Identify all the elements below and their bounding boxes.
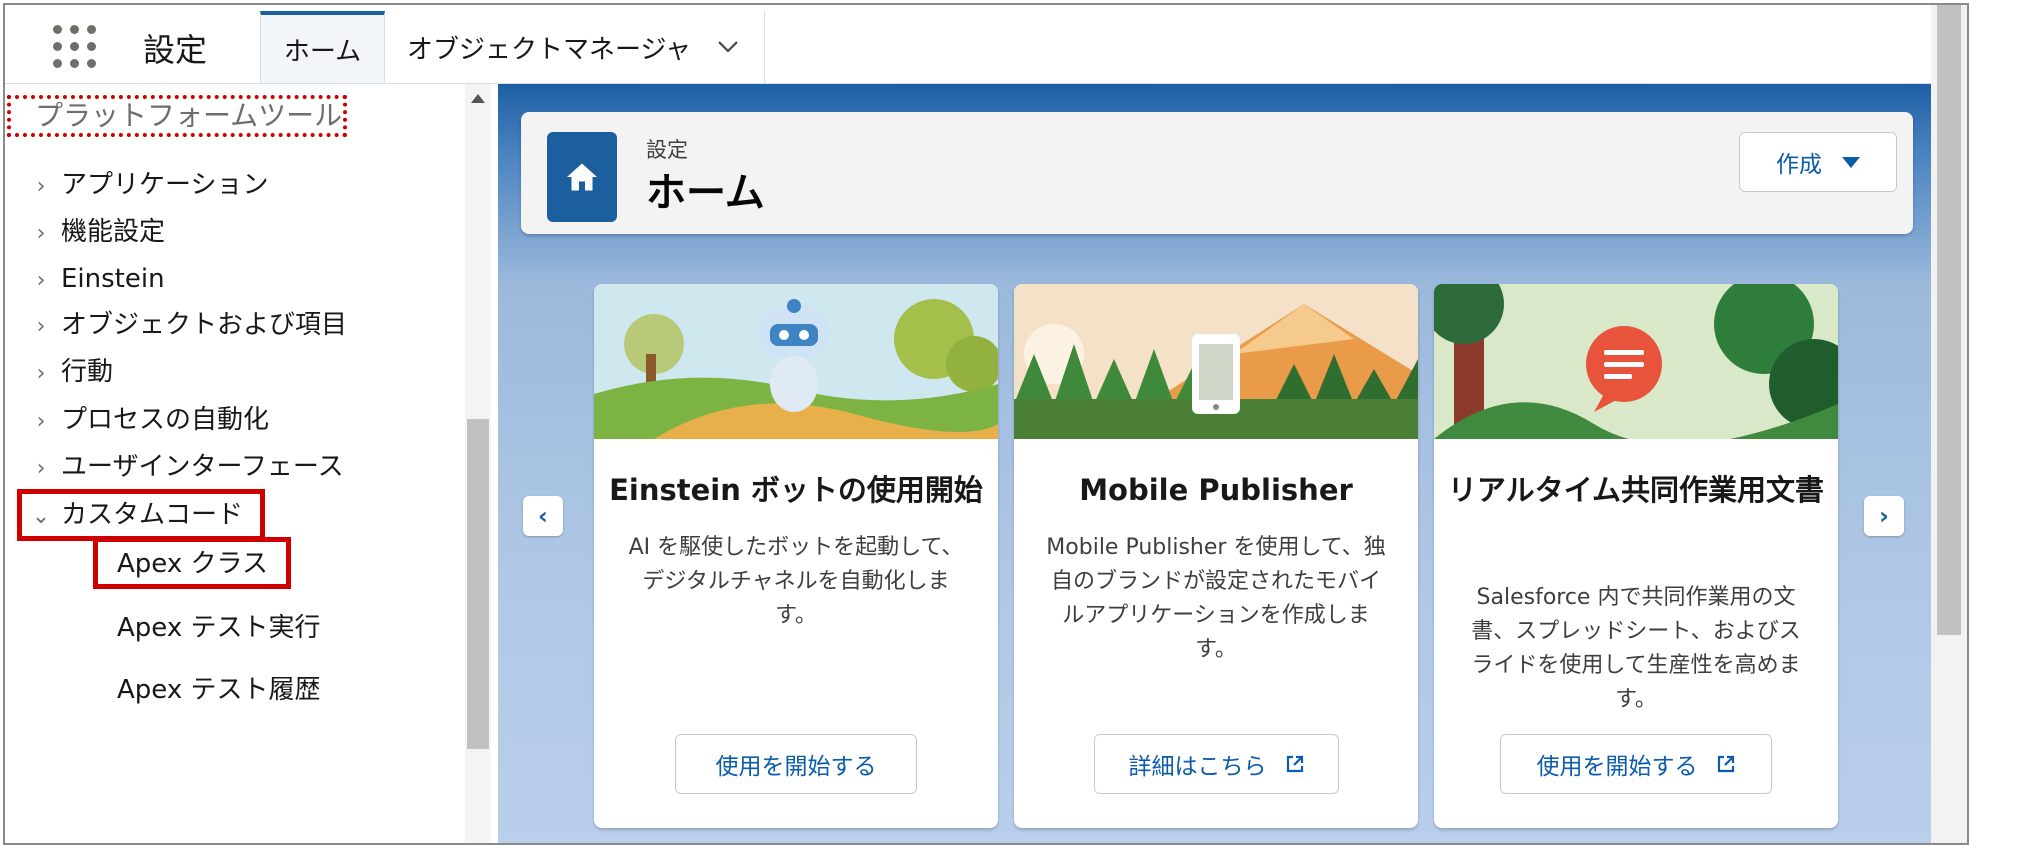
card-description: AI を駆使したボットを起動して、デジタルチャネルを自動化します。 xyxy=(628,535,964,628)
chevron-right-icon: › xyxy=(36,361,46,386)
learn-more-button[interactable]: 詳細はこちら xyxy=(1094,734,1339,794)
card-description: Salesforce 内で共同作業用の文書、スプレッドシート、およびスライドを使… xyxy=(1471,585,1801,712)
page-scrollbar[interactable] xyxy=(1931,5,1967,843)
sidebar-item-label: ユーザインターフェース xyxy=(61,452,344,482)
highlight-box-custom-code xyxy=(17,489,265,541)
page-header: 設定 ホーム 作成 xyxy=(521,112,1913,234)
sidebar-scroll-thumb[interactable] xyxy=(467,419,489,749)
sidebar-item-objects-and-fields[interactable]: › オブジェクトおよび項目 xyxy=(5,305,347,345)
setup-home-main: 設定 ホーム 作成 ‹ › Einstein ボットの使用開始 AI を駆使した… xyxy=(498,84,1931,843)
carousel-prev-button[interactable]: ‹ xyxy=(523,496,563,536)
sidebar-item-label: 機能設定 xyxy=(61,217,166,247)
sidebar-item-einstein[interactable]: › Einstein xyxy=(5,259,165,299)
page-title: ホーム xyxy=(646,170,765,216)
caret-down-icon xyxy=(1842,156,1860,168)
tab-object-manager[interactable]: オブジェクトマネージャ xyxy=(385,11,765,83)
card-realtime-collaborative-docs: リアルタイム共同作業用文書 Salesforce 内で共同作業用の文書、スプレッ… xyxy=(1434,284,1838,828)
get-started-button[interactable]: 使用を開始する xyxy=(675,734,917,794)
scroll-up-arrow-icon[interactable] xyxy=(471,94,485,103)
card-title: リアルタイム共同作業用文書 xyxy=(1447,473,1825,507)
tab-home[interactable]: ホーム xyxy=(260,11,385,83)
sidebar-subitem-label: Apex テスト実行 xyxy=(117,613,321,643)
mobile-publisher-illustration xyxy=(1014,284,1418,439)
sidebar-item-feature-settings[interactable]: › 機能設定 xyxy=(5,212,165,252)
global-header: 設定 ホーム オブジェクトマネージャ xyxy=(5,5,1967,84)
chevron-right-icon: › xyxy=(36,456,46,481)
sidebar-item-label: アプリケーション xyxy=(61,170,269,200)
tab-home-label: ホーム xyxy=(283,36,362,67)
section-header-platform-tools: プラットフォームツール xyxy=(7,95,347,137)
external-link-icon xyxy=(1717,755,1734,773)
get-started-button[interactable]: 使用を開始する xyxy=(1500,734,1772,794)
einstein-bot-illustration xyxy=(594,284,998,439)
chevron-right-icon: › xyxy=(36,221,46,246)
card-einstein-bots: Einstein ボットの使用開始 AI を駆使したボットを起動して、デジタルチ… xyxy=(594,284,998,828)
create-button[interactable]: 作成 xyxy=(1739,132,1897,192)
card-description: Mobile Publisher を使用して、独自のブランドが設定されたモバイル… xyxy=(1046,535,1386,662)
sidebar-item-process-automation[interactable]: › プロセスの自動化 xyxy=(5,400,269,440)
sidebar-item-label: オブジェクトおよび項目 xyxy=(61,310,348,340)
chevron-right-icon: › xyxy=(36,314,46,339)
sidebar-item-label: Einstein xyxy=(61,264,165,294)
chevron-down-icon[interactable] xyxy=(717,35,739,60)
tab-object-manager-label: オブジェクトマネージャ xyxy=(407,34,692,65)
page-scroll-thumb[interactable] xyxy=(1937,5,1961,635)
home-icon xyxy=(547,132,617,222)
sidebar-scrollbar[interactable] xyxy=(465,84,491,843)
card-mobile-publisher: Mobile Publisher Mobile Publisher を使用して、… xyxy=(1014,284,1418,828)
button-label: 使用を開始する xyxy=(1536,754,1698,780)
sidebar-item-applications[interactable]: › アプリケーション xyxy=(5,165,269,205)
sidebar-item-label: 行動 xyxy=(61,357,114,387)
sidebar-subitem-apex-test-execution[interactable]: Apex テスト実行 xyxy=(117,608,320,648)
button-label: 使用を開始する xyxy=(715,754,877,780)
button-label: 詳細はこちら xyxy=(1128,754,1267,780)
sidebar-subitem-label: Apex テスト履歴 xyxy=(117,675,321,705)
sidebar-item-user-interface[interactable]: › ユーザインターフェース xyxy=(5,447,344,487)
chevron-right-icon: › xyxy=(36,409,46,434)
sidebar-subitem-apex-test-history[interactable]: Apex テスト履歴 xyxy=(117,670,320,710)
app-launcher-icon[interactable] xyxy=(53,25,97,69)
chevron-right-icon: › xyxy=(36,268,46,293)
app-name: 設定 xyxy=(143,31,208,69)
window-frame: 設定 ホーム オブジェクトマネージャ プラットフォームツール › アプリケーション… xyxy=(3,3,1969,845)
sidebar-item-events[interactable]: › 行動 xyxy=(5,352,113,392)
carousel-next-button[interactable]: › xyxy=(1864,496,1904,536)
chevron-right-icon: › xyxy=(36,174,46,199)
collaborative-docs-illustration xyxy=(1434,284,1838,439)
highlight-box-apex-classes xyxy=(93,537,291,589)
card-title: Einstein ボットの使用開始 xyxy=(609,473,983,507)
sidebar-item-label: プロセスの自動化 xyxy=(61,405,270,435)
external-link-icon xyxy=(1286,755,1303,773)
create-button-label: 作成 xyxy=(1776,152,1822,178)
setup-sidebar: プラットフォームツール › アプリケーション › 機能設定 › Einstein › オ… xyxy=(5,84,495,843)
card-title: Mobile Publisher xyxy=(1079,473,1353,507)
